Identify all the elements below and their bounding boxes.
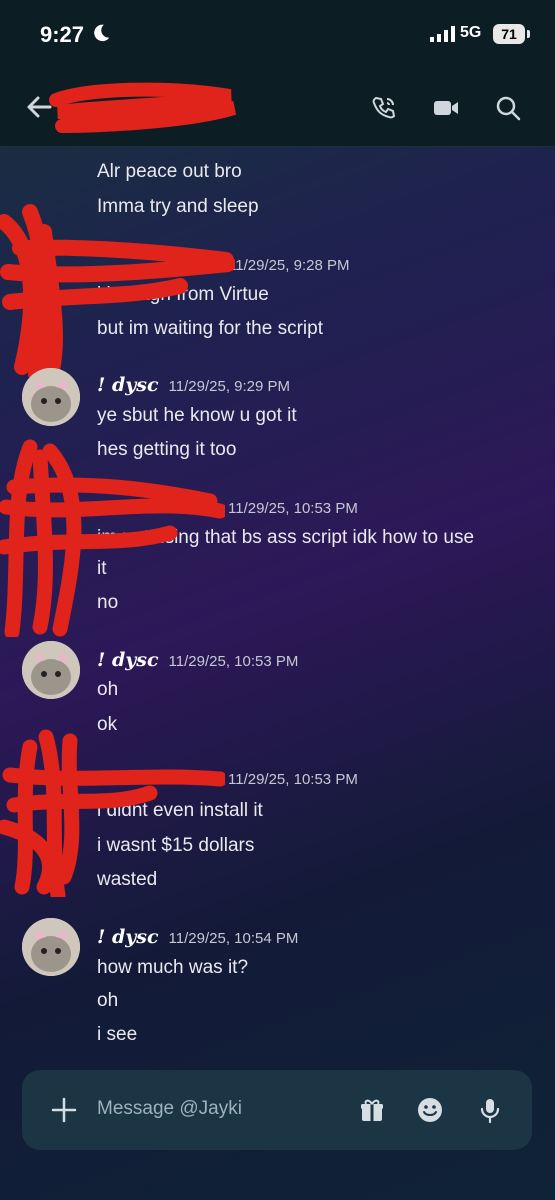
gift-icon[interactable]	[358, 1096, 386, 1124]
message-text[interactable]: i broutgh from Virtue	[97, 284, 269, 306]
search-icon[interactable]	[494, 94, 522, 122]
microphone-icon[interactable]	[476, 1096, 504, 1124]
username[interactable]: ! dysc	[97, 649, 159, 671]
plus-icon[interactable]	[50, 1096, 78, 1124]
cat-avatar-icon	[22, 918, 80, 976]
message-header: ! dysc 11/29/25, 10:54 PM	[97, 926, 298, 948]
message-text[interactable]: ok	[97, 714, 117, 736]
message-list[interactable]: Alr peace out bro Imma try and sleep 11/…	[0, 147, 555, 1067]
avatar[interactable]	[22, 641, 80, 699]
message-text[interactable]: Imma try and sleep	[97, 196, 259, 218]
voice-call-icon[interactable]	[370, 94, 398, 122]
message-text[interactable]: i see	[97, 1024, 137, 1046]
message-timestamp: 11/29/25, 10:53 PM	[228, 771, 358, 788]
status-bar: 9:27 5G 71	[0, 0, 555, 70]
battery-indicator: 71	[493, 24, 530, 44]
message-text[interactable]: hes getting it too	[97, 439, 236, 461]
message-timestamp: 11/29/25, 10:53 PM	[228, 500, 358, 517]
message-text[interactable]: im not using that bs ass script idk how …	[97, 527, 474, 549]
cat-avatar-icon	[22, 368, 80, 426]
message-text[interactable]: it	[97, 558, 107, 580]
message-timestamp: 11/29/25, 10:53 PM	[168, 653, 299, 670]
do-not-disturb-moon-icon	[94, 24, 110, 42]
cat-avatar-icon	[22, 641, 80, 699]
status-time: 9:27	[40, 22, 85, 47]
video-call-icon[interactable]	[432, 94, 460, 122]
message-timestamp: 11/29/25, 9:28 PM	[228, 257, 350, 274]
avatar[interactable]	[22, 368, 80, 426]
message-text[interactable]: Alr peace out bro	[97, 161, 242, 183]
message-text[interactable]: oh	[97, 679, 118, 701]
message-timestamp: 11/29/25, 9:29 PM	[168, 378, 291, 395]
avatar[interactable]	[22, 918, 80, 976]
signal-bars-icon	[430, 26, 455, 42]
message-input[interactable]: Message @Jayki	[97, 1098, 242, 1120]
message-text[interactable]: but im waiting for the script	[97, 318, 323, 340]
message-text[interactable]: ye sbut he know u got it	[97, 405, 297, 427]
message-timestamp: 11/29/25, 10:54 PM	[168, 930, 299, 947]
redaction-scribble	[49, 82, 237, 133]
chat-header	[0, 70, 555, 147]
network-type: 5G	[460, 24, 482, 41]
message-text[interactable]: oh	[97, 990, 118, 1012]
message-text[interactable]: i wasnt $15 dollars	[97, 835, 254, 857]
message-text[interactable]: i didnt even install it	[97, 800, 263, 822]
message-header: ! dysc 11/29/25, 10:53 PM	[97, 649, 298, 671]
username[interactable]: ! dysc	[97, 926, 159, 948]
message-text[interactable]: wasted	[97, 869, 157, 891]
emoji-icon[interactable]	[416, 1096, 444, 1124]
message-text[interactable]: no	[97, 592, 118, 614]
message-text[interactable]: how much was it?	[97, 957, 248, 979]
username[interactable]: ! dysc	[97, 374, 159, 396]
message-header: ! dysc 11/29/25, 9:29 PM	[97, 374, 290, 396]
message-composer[interactable]: Message @Jayki	[22, 1070, 532, 1150]
